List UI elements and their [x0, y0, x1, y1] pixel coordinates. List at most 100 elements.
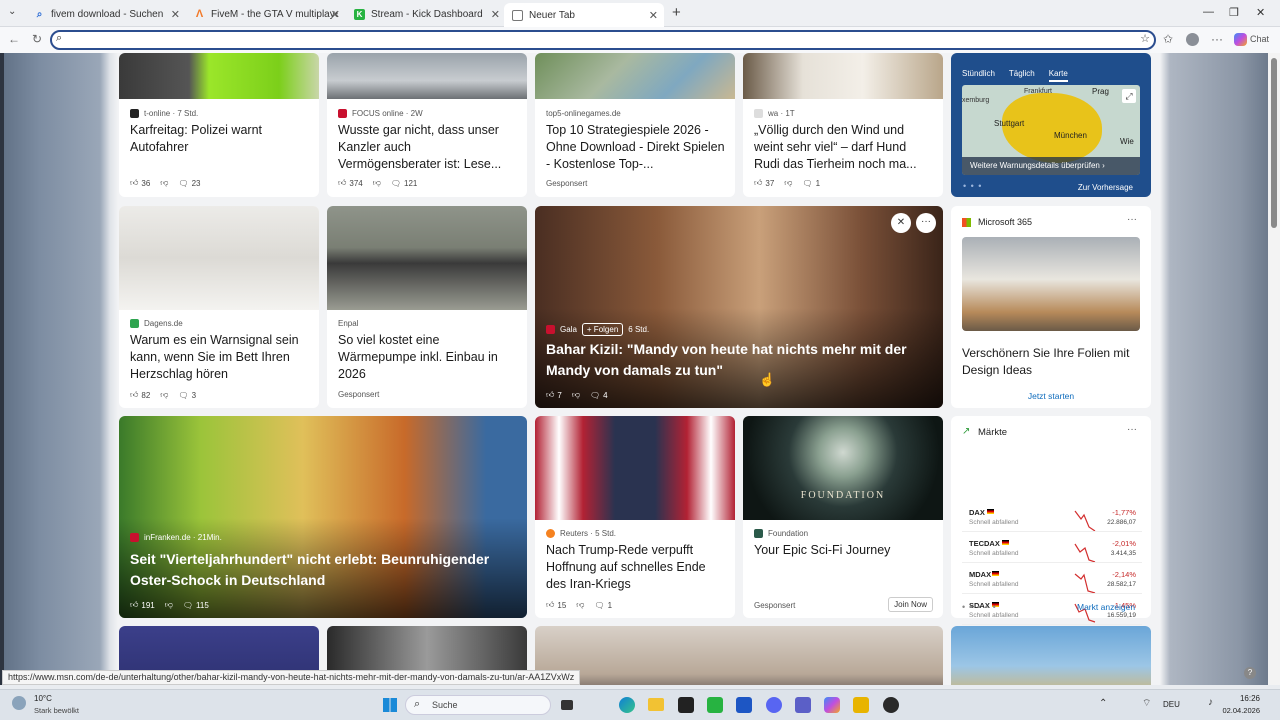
address-input[interactable]: ⌕ ☆ — [50, 30, 1156, 50]
discord-icon[interactable] — [766, 697, 782, 713]
dislike-button[interactable]: 👎︎ — [784, 178, 792, 188]
like-button[interactable]: 👍︎ 82 — [130, 390, 150, 400]
forecast-link[interactable]: Zur Vorhersage — [1078, 183, 1133, 192]
card-headline[interactable]: Your Epic Sci-Fi Journey — [754, 542, 933, 559]
news-card-karfreitag[interactable]: t-online · 7 Std. Karfreitag: Polizei wa… — [119, 53, 319, 197]
m365-ad-card[interactable]: Microsoft 365 ··· Verschönern Sie Ihre F… — [951, 206, 1151, 408]
tab-daily[interactable]: Täglich — [1009, 69, 1035, 82]
news-card-oster-schock[interactable]: inFranken.de · 21Min. Seit "Vierteljahrh… — [119, 416, 527, 618]
expand-icon[interactable]: ⤢ — [1122, 89, 1136, 103]
more-menu-icon[interactable]: ··· — [1211, 32, 1223, 46]
minimize-icon[interactable]: — — [1203, 6, 1214, 18]
more-options-icon[interactable]: ··· — [1127, 214, 1137, 225]
copilot-icon[interactable] — [824, 697, 840, 713]
comment-button[interactable]: 🗨︎ 23 — [178, 179, 200, 188]
more-options-icon[interactable]: ··· — [1127, 424, 1137, 435]
news-card-partial-4[interactable] — [951, 626, 1151, 685]
favorites-icon[interactable]: ✩ — [1163, 32, 1173, 46]
tab-fivem[interactable]: Λ FiveM - the GTA V multiplayer mo ✕ — [186, 3, 346, 25]
edge-icon[interactable] — [619, 697, 635, 713]
copilot-icon[interactable] — [1234, 33, 1247, 46]
market-row[interactable]: DAX Schnell abfallend -1,77% 22.886,07 — [962, 504, 1142, 532]
tab-kick[interactable]: K Stream - Kick Dashboard ✕ — [346, 3, 506, 25]
dislike-button[interactable]: 👎︎ — [165, 600, 173, 610]
clock-date[interactable]: 02.04.2026 — [1214, 706, 1260, 715]
comment-button[interactable]: 🗨︎ 1 — [802, 179, 820, 188]
close-icon[interactable]: ✕ — [331, 8, 340, 21]
tab-bing[interactable]: ⌕ fivem download - Suchen ✕ — [26, 3, 186, 25]
news-card-bahar-kizil[interactable]: ✕ ··· Gala + Folgen 6 Std. Bahar Kizil: … — [535, 206, 943, 408]
like-button[interactable]: 👍︎ 36 — [130, 178, 150, 188]
explorer-icon[interactable] — [648, 698, 664, 711]
tab-map[interactable]: Karte — [1048, 69, 1068, 82]
tray-chevron-icon[interactable]: ⌃ — [1099, 698, 1107, 709]
card-headline[interactable]: Top 10 Strategiespiele 2026 - Ohne Downl… — [546, 122, 725, 173]
dislike-button[interactable]: 👎︎ — [572, 390, 580, 400]
card-headline[interactable]: „Völlig durch den Wind und weint sehr vi… — [754, 122, 933, 173]
help-icon[interactable]: ? — [1244, 667, 1256, 679]
kick-taskbar-icon[interactable] — [707, 697, 723, 713]
dislike-button[interactable]: 👎︎ — [160, 390, 168, 400]
teams-icon[interactable] — [795, 697, 811, 713]
task-view-icon[interactable] — [561, 700, 573, 710]
like-button[interactable]: 👍︎ 374 — [338, 178, 363, 188]
tab-actions-icon[interactable]: ⌄ — [8, 6, 16, 17]
comment-button[interactable]: 🗨︎ 1 — [594, 601, 612, 610]
news-card-partial-3[interactable] — [535, 626, 943, 685]
comment-button[interactable]: 🗨︎ 4 — [590, 391, 608, 400]
window-close-icon[interactable]: ✕ — [1256, 6, 1265, 19]
news-card-kanzler[interactable]: FOCUS online · 2W Wusste gar nicht, dass… — [327, 53, 527, 197]
card-headline[interactable]: So viel kostet eine Wärmepumpe inkl. Ein… — [338, 332, 517, 383]
card-headline[interactable]: Karfreitag: Polizei warnt Autofahrer — [130, 122, 309, 156]
app-icon[interactable] — [678, 697, 694, 713]
like-button[interactable]: 👍︎ 37 — [754, 178, 774, 188]
join-now-button[interactable]: Join Now — [888, 597, 933, 612]
ad-card-strategiespiele[interactable]: top5-onlinegames.de Top 10 Strategiespie… — [535, 53, 735, 197]
news-card-trump-rede[interactable]: Reuters · 5 Std. Nach Trump-Rede verpuff… — [535, 416, 735, 618]
back-icon[interactable]: ← — [8, 32, 20, 46]
new-tab-button[interactable]: + — [672, 4, 681, 21]
like-button[interactable]: 👍︎ 15 — [546, 600, 566, 610]
dismiss-icon[interactable]: ✕ — [891, 213, 911, 233]
close-icon[interactable]: ✕ — [649, 9, 658, 22]
ad-card-waermepumpe[interactable]: Enpal So viel kostet eine Wärmepumpe ink… — [327, 206, 527, 408]
warning-details-link[interactable]: Weitere Warnungsdetails überprüfen › — [962, 157, 1140, 175]
refresh-icon[interactable]: ↻ — [32, 32, 42, 46]
start-icon[interactable] — [383, 698, 397, 712]
market-row[interactable]: MDAX Schnell abfallend -2,14% 28.582,17 — [962, 566, 1142, 594]
card-headline[interactable]: Bahar Kizil: "Mandy von heute hat nichts… — [546, 339, 933, 381]
dislike-button[interactable]: 👎︎ — [576, 600, 584, 610]
dislike-button[interactable]: 👎︎ — [160, 178, 168, 188]
like-button[interactable]: 👍︎ 7 — [546, 390, 562, 400]
weather-taskbar-icon[interactable] — [12, 696, 26, 710]
more-options-icon[interactable]: ··· — [916, 213, 936, 233]
card-headline[interactable]: Nach Trump-Rede verpufft Hoffnung auf sc… — [546, 542, 725, 593]
close-icon[interactable]: ✕ — [491, 8, 500, 21]
scrollbar-thumb[interactable] — [1271, 58, 1277, 228]
comment-button[interactable]: 🗨︎ 115 — [183, 601, 209, 610]
comment-button[interactable]: 🗨︎ 121 — [391, 179, 418, 188]
market-row[interactable]: TECDAX Schnell abfallend -2,01% 3.414,35 — [962, 535, 1142, 563]
taskbar-search[interactable]: ⌕ Suche — [405, 695, 551, 715]
news-card-herzschlag[interactable]: Dagens.de Warum es ein Warnsignal sein k… — [119, 206, 319, 408]
language-indicator[interactable]: DEU — [1163, 700, 1180, 709]
maximize-icon[interactable]: ❐ — [1229, 6, 1239, 19]
app-icon[interactable] — [736, 697, 752, 713]
close-icon[interactable]: ✕ — [171, 8, 180, 21]
network-icon[interactable]: ⌔ — [1142, 697, 1151, 710]
news-card-hund-rudi[interactable]: wa · 1T „Völlig durch den Wind und weint… — [743, 53, 943, 197]
volume-icon[interactable]: ♪ — [1208, 697, 1213, 708]
card-headline[interactable]: Warum es ein Warnsignal sein kann, wenn … — [130, 332, 309, 383]
app-icon[interactable] — [853, 697, 869, 713]
ad-card-foundation[interactable]: FOUNDATION Foundation Your Epic Sci-Fi J… — [743, 416, 943, 618]
card-headline[interactable]: Seit "Vierteljahrhundert" nicht erlebt: … — [130, 549, 517, 591]
like-button[interactable]: 👍︎ 191 — [130, 600, 155, 610]
comment-button[interactable]: 🗨︎ 3 — [178, 391, 196, 400]
clock-time[interactable]: 16:26 — [1220, 694, 1260, 703]
dislike-button[interactable]: 👎︎ — [373, 178, 381, 188]
card-headline[interactable]: Wusste gar nicht, dass unser Kanzler auc… — [338, 122, 517, 173]
show-market-link[interactable]: Markt anzeigen — [1077, 602, 1135, 612]
tab-new[interactable]: Neuer Tab ✕ — [504, 3, 664, 27]
card-headline[interactable]: Verschönern Sie Ihre Folien mit Design I… — [962, 345, 1141, 379]
weather-map[interactable]: Frankfurt Prag Stuttgart München Wie xem… — [962, 85, 1140, 175]
